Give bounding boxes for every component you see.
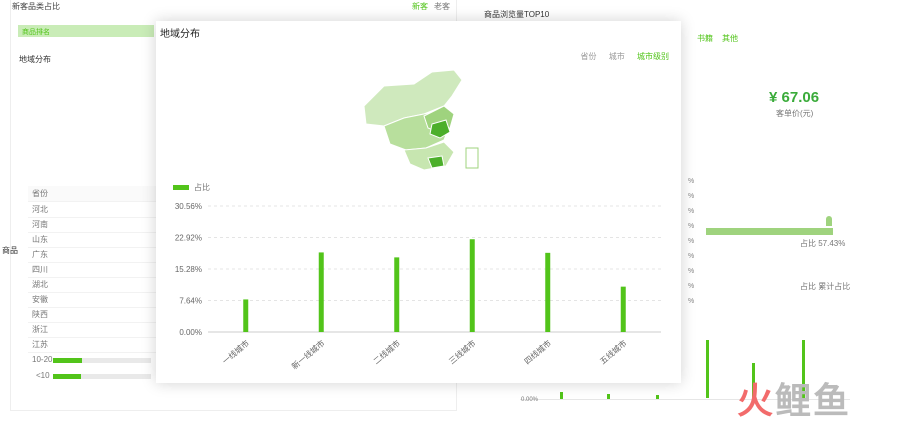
right-bar	[706, 228, 833, 235]
rank-badge-label: 商品排名	[22, 29, 50, 36]
watermark-part2: 鲤鱼	[775, 380, 852, 421]
bottom-bar	[560, 392, 563, 399]
bottom-bar	[607, 394, 610, 399]
tab-other[interactable]: 其他	[722, 33, 738, 44]
modal-title: 地域分布	[160, 29, 200, 40]
top10-title: 商品浏览量TOP10	[484, 10, 550, 19]
watermark-logo: 火鲤鱼	[737, 372, 851, 424]
tab-new-customer[interactable]: 新客	[412, 1, 428, 12]
tab-books[interactable]: 书籍	[697, 33, 713, 44]
age-label: <10	[36, 371, 50, 380]
region-title-bg: 地域分布	[19, 55, 51, 64]
y-tick-label: 0.00%	[179, 328, 202, 337]
legend-swatch	[173, 185, 189, 190]
x-tick-label: 新一线城市	[289, 338, 326, 371]
tab-old-customer[interactable]: 老客	[434, 1, 450, 12]
region-row-header: 省份	[28, 186, 158, 202]
age-bar-track	[53, 358, 151, 363]
region-row: 广东	[28, 247, 158, 263]
y-tick-label: 7.64%	[179, 297, 202, 306]
watermark-part1: 火	[737, 380, 776, 421]
region-row-text: 河南	[32, 220, 48, 229]
pct-text: %	[688, 298, 695, 305]
map-inset-box	[465, 147, 479, 169]
tab-province[interactable]: 省份	[581, 52, 597, 61]
city-level-bar-chart: 0.00% 7.64% 15.28% 22.92% 30.56% 一线城市 新一线城市 二线城…	[175, 202, 661, 371]
pct-text: %	[688, 208, 695, 215]
age-bar-fill	[53, 358, 83, 363]
right-bar-label: 占比 57.43%	[800, 239, 846, 248]
price-label: 客单价(元)	[776, 109, 814, 118]
pct-text: %	[688, 268, 695, 275]
region-row: 浙江	[28, 322, 158, 338]
modal-tabs: 省份 城市 城市级别	[571, 51, 669, 62]
y-tick-label: 30.56%	[175, 202, 202, 211]
y-tick-label: 22.92%	[175, 234, 202, 243]
legend-label: 占比	[194, 183, 210, 192]
region-row: 河南	[28, 217, 158, 233]
region-row: 江苏	[28, 337, 158, 353]
region-row-text: 江苏	[32, 340, 48, 349]
right-bar-marker-icon	[826, 216, 832, 226]
right-chart-bar	[706, 340, 709, 398]
region-row-text: 安徽	[32, 295, 48, 304]
bar	[620, 286, 626, 332]
pct-text: %	[688, 223, 695, 230]
bottom-axis-label: 0.00%	[521, 397, 539, 403]
age-bar-track	[53, 374, 151, 379]
pct-text: %	[688, 178, 695, 185]
region-row-text: 陕西	[32, 310, 48, 319]
china-map[interactable]	[354, 66, 504, 176]
region-row: 安徽	[28, 292, 158, 308]
region-row-text: 广东	[32, 250, 48, 259]
pct-text: %	[688, 193, 695, 200]
region-row-text: 河北	[32, 205, 48, 214]
tab-city[interactable]: 城市	[609, 52, 625, 61]
bottom-bar	[656, 395, 659, 399]
region-row-text: 省份	[32, 189, 48, 198]
bar	[243, 299, 249, 332]
bar	[545, 252, 551, 332]
x-tick-label: 四线城市	[522, 338, 553, 366]
tab-city-level[interactable]: 城市级别	[637, 52, 669, 61]
x-tick-label: 一线城市	[220, 338, 251, 366]
region-row-text: 湖北	[32, 280, 48, 289]
pct-text: %	[688, 283, 695, 290]
region-row-text: 山东	[32, 235, 48, 244]
left-panel-title: 新客品类占比	[12, 2, 60, 11]
pct-text: %	[688, 238, 695, 245]
region-row-text: 四川	[32, 265, 48, 274]
side-label: 商品	[2, 246, 18, 255]
region-row-text: 浙江	[32, 325, 48, 334]
region-row: 湖北	[28, 277, 158, 293]
x-tick-label: 三线城市	[447, 338, 478, 366]
age-bar-fill	[53, 374, 82, 379]
x-tick-label: 五线城市	[598, 338, 629, 366]
bar	[469, 239, 475, 332]
right-legend: 占比 累计占比	[800, 282, 851, 291]
age-label: 10-20	[32, 355, 53, 364]
region-row: 陕西	[28, 307, 158, 323]
region-row: 河北	[28, 202, 158, 218]
bar	[394, 257, 400, 332]
bar	[318, 252, 324, 332]
region-row: 山东	[28, 232, 158, 248]
price-value: ¥ 67.06	[769, 89, 820, 106]
pct-text: %	[688, 253, 695, 260]
y-tick-label: 15.28%	[175, 265, 202, 274]
x-tick-label: 二线城市	[371, 338, 402, 366]
region-row: 四川	[28, 262, 158, 278]
region-modal: 地域分布 省份 城市 城市级别 占比 0.00% 7.64% 15.28% 22.92…	[156, 21, 681, 383]
